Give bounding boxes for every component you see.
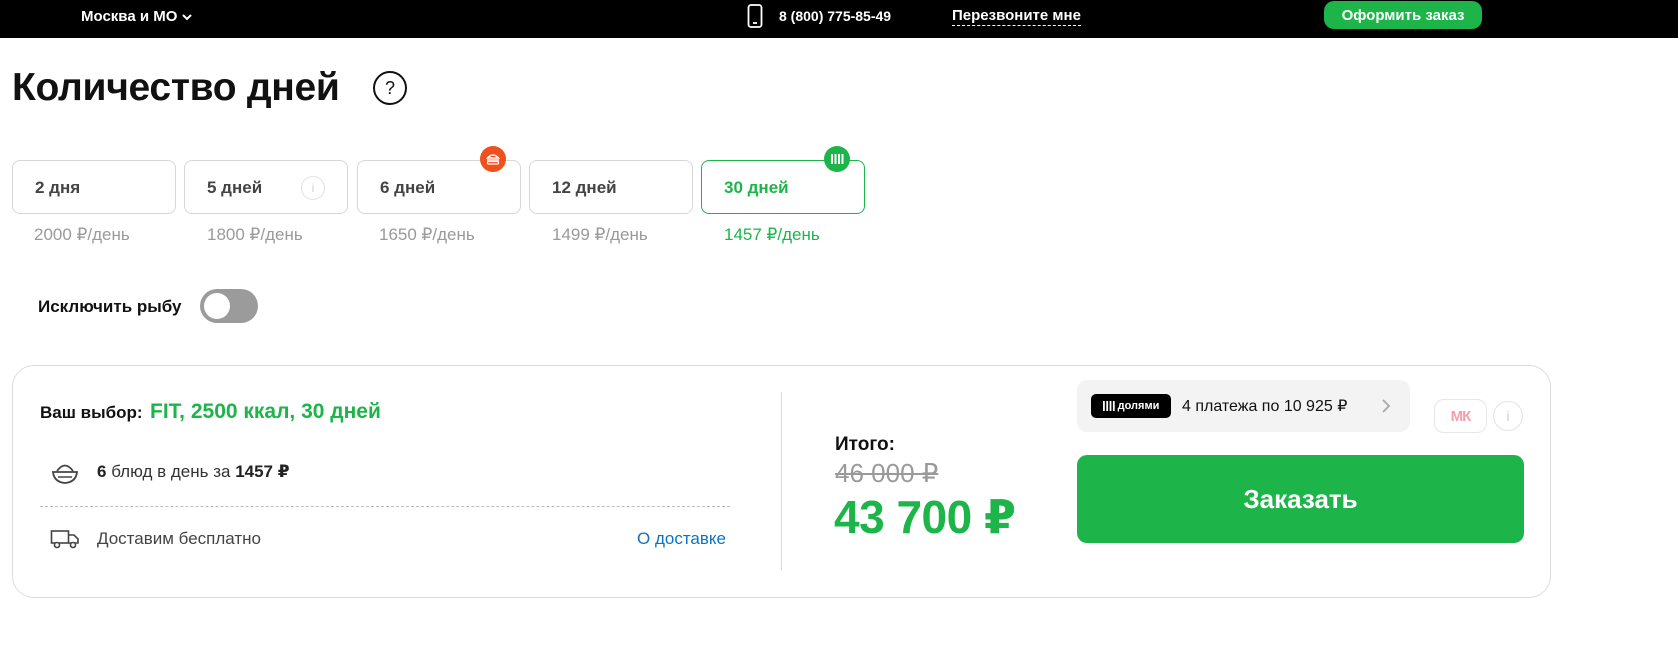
page-title: Количество дней (12, 66, 340, 109)
day-price: 1650 ₽/день (379, 225, 475, 244)
day-option-12[interactable]: 12 дней (529, 160, 693, 214)
exclude-fish-label: Исключить рыбу (38, 297, 182, 316)
day-option-label: 5 дней (207, 178, 263, 197)
phone-icon (747, 4, 763, 28)
about-delivery-link[interactable]: О доставке (637, 529, 726, 549)
dolyami-logo: долями (1091, 394, 1171, 418)
dolyami-bars-icon (1102, 401, 1115, 411)
toggle-knob (204, 293, 230, 319)
order-button[interactable]: Заказать (1077, 455, 1524, 543)
day-option-2[interactable]: 2 дня (12, 160, 176, 214)
day-option-label: 6 дней (380, 178, 436, 197)
day-option-label: 2 дня (35, 178, 81, 197)
checkout-button[interactable]: Оформить заказ (1324, 1, 1482, 29)
meals-price: 1457 ₽ (235, 462, 290, 481)
info-icon[interactable]: i (301, 176, 325, 200)
day-price: 1499 ₽/день (552, 225, 648, 244)
vertical-divider (781, 392, 782, 570)
top-bar: Москва и МО 8 (800) 775-85-49 Перезвонит… (0, 0, 1678, 38)
installment-text: 4 платежа по 10 925 ₽ (1182, 398, 1348, 415)
chevron-right-icon (1382, 399, 1391, 413)
meals-per-day: 6 блюд в день за 1457 ₽ (97, 462, 290, 482)
day-price: 2000 ₽/день (34, 225, 130, 244)
phone-number[interactable]: 8 (800) 775-85-49 (779, 8, 891, 24)
installment-plan[interactable]: долями 4 платежа по 10 925 ₽ (1077, 380, 1410, 432)
divider (40, 506, 730, 507)
choice-value: FIT, 2500 ккал, 30 дней (150, 400, 381, 423)
total-price: 43 700 ₽ (834, 491, 1016, 543)
day-price: 1800 ₽/день (207, 225, 303, 244)
dolyami-label: долями (1117, 400, 1160, 412)
total-label: Итого: (835, 434, 895, 455)
chevron-down-icon (182, 13, 193, 20)
day-price: 1457 ₽/день (724, 225, 820, 244)
region-label: Москва и МО (81, 8, 178, 25)
region-selector[interactable]: Москва и МО (81, 8, 193, 25)
callback-link[interactable]: Перезвоните мне (952, 7, 1081, 26)
delivery-text: Доставим бесплатно (97, 529, 261, 548)
choice-label: Ваш выбор: (40, 403, 143, 422)
meal-bowl-icon (52, 464, 78, 484)
info-icon[interactable]: i (1493, 401, 1523, 431)
burger-icon (480, 146, 506, 172)
day-option-label: 12 дней (552, 178, 617, 197)
old-price: 46 000 ₽ (835, 458, 939, 488)
dolyami-icon (824, 146, 850, 172)
mk-logo: МК (1434, 399, 1487, 433)
day-option-5[interactable]: 5 дней i (184, 160, 348, 214)
truck-icon (50, 530, 79, 549)
day-option-label: 30 дней (724, 178, 789, 197)
exclude-fish-toggle[interactable] (200, 289, 258, 323)
meals-text: блюд в день за (106, 462, 236, 481)
question-mark-icon[interactable]: ? (373, 71, 407, 105)
